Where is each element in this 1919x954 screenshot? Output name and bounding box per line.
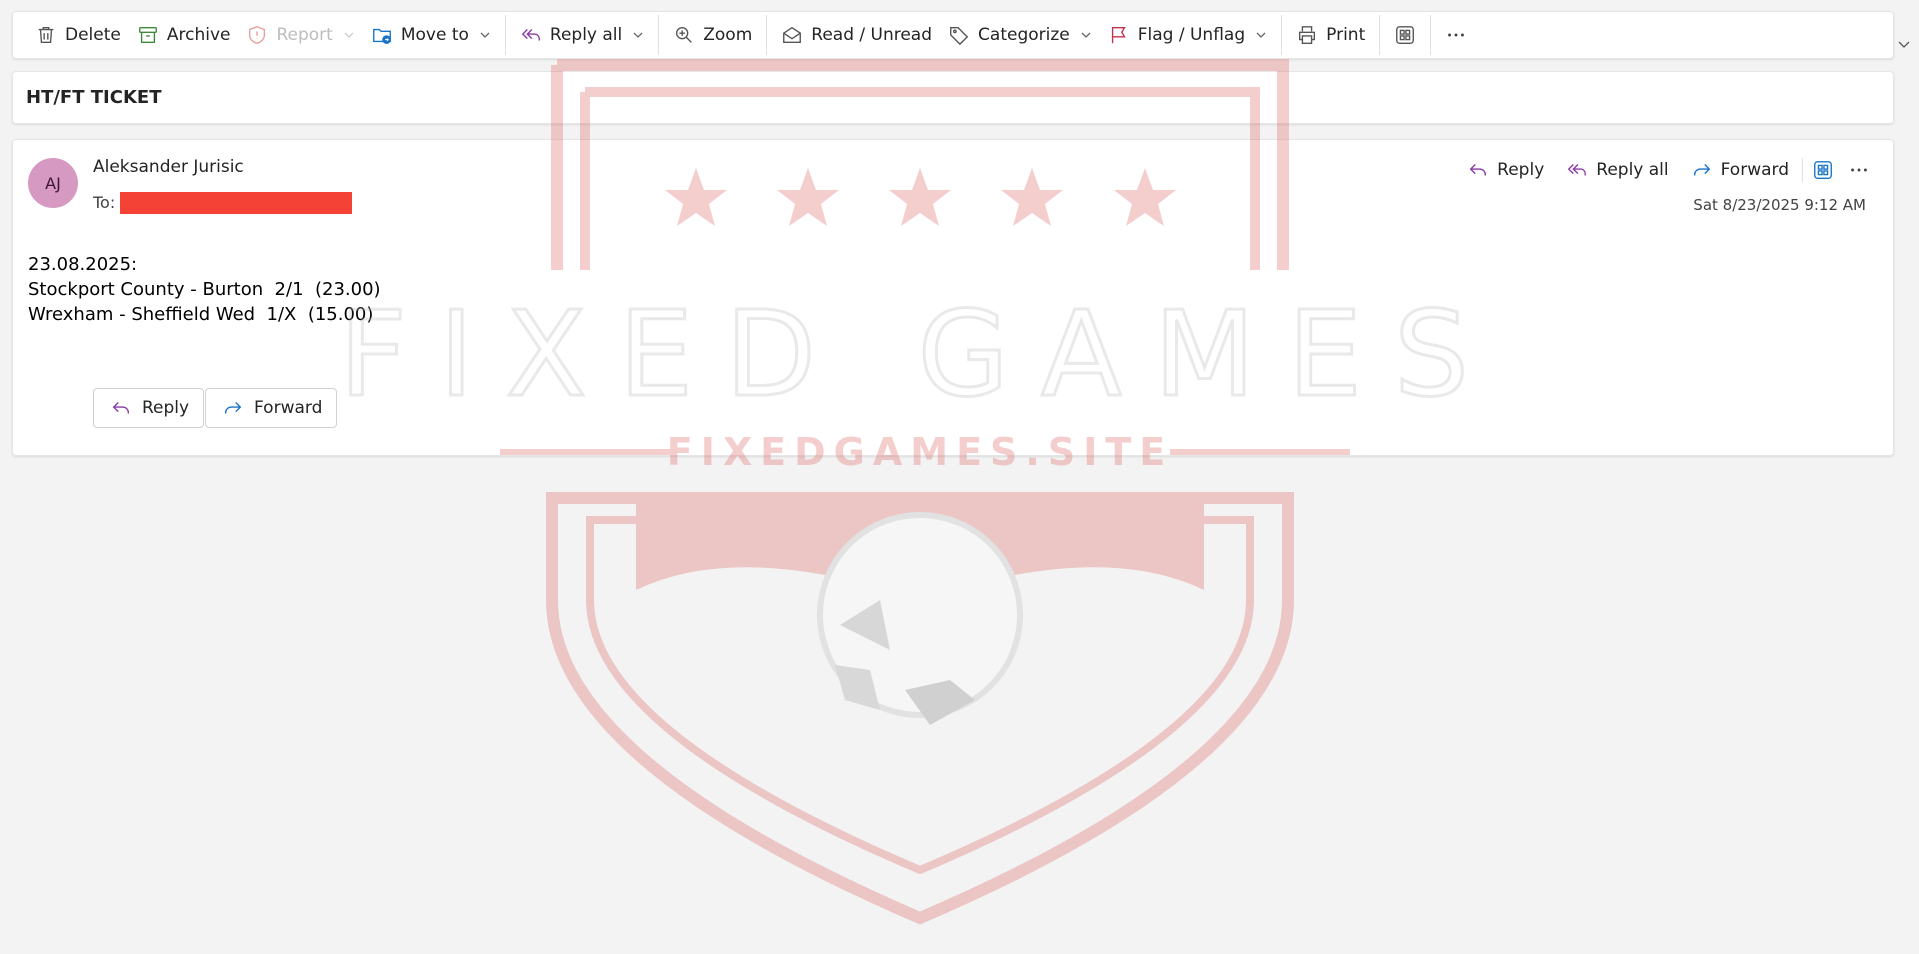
quick-reply-button[interactable]: Reply (93, 388, 205, 428)
apps-grid-icon (1814, 161, 1832, 179)
ribbon-divider (1379, 15, 1381, 55)
ribbon-divider (504, 15, 506, 55)
body-line: 23.08.2025: (28, 254, 138, 275)
apps-button[interactable] (1386, 17, 1424, 53)
reply-all-button[interactable]: Reply all (1557, 154, 1677, 186)
body-line: Wrexham - Sheffield Wed 1/X (15.00) (28, 304, 374, 325)
move-to-button[interactable]: Move to (363, 17, 499, 53)
command-ribbon: Delete Archive Report Move to Reply all … (12, 11, 1894, 59)
reply-all-label: Reply all (549, 25, 623, 45)
print-button[interactable]: Print (1288, 17, 1373, 53)
folder-move-icon (372, 28, 391, 44)
body-line: Stockport County - Burton 2/1 (23.00) (28, 279, 381, 300)
reply-all-ribbon-button[interactable]: Reply all (512, 17, 652, 53)
archive-button[interactable]: Archive (129, 17, 239, 53)
chevron-down-icon (633, 32, 643, 38)
more-actions-button[interactable] (1843, 154, 1875, 186)
trash-icon (38, 26, 54, 44)
categorize-button[interactable]: Categorize (940, 17, 1100, 53)
archive-label: Archive (166, 25, 231, 45)
delete-button[interactable]: Delete (27, 17, 129, 53)
subject-bar: HT/FT TICKET (12, 71, 1894, 124)
avatar-initials: AJ (45, 173, 61, 193)
ribbon-divider (766, 15, 768, 55)
printer-icon (1299, 26, 1316, 44)
quick-forward-button[interactable]: Forward (205, 388, 338, 428)
reply-all-icon (521, 29, 540, 41)
flag-unflag-button[interactable]: Flag / Unflag (1100, 17, 1275, 53)
read-unread-label: Read / Unread (811, 25, 933, 45)
apps-grid-icon (1396, 26, 1415, 44)
reply-button[interactable]: Reply (1458, 154, 1553, 186)
report-button[interactable]: Report (238, 17, 362, 53)
ribbon-divider (1281, 15, 1283, 55)
apps-button[interactable] (1807, 154, 1839, 186)
quick-forward-label: Forward (254, 398, 323, 418)
zoom-icon (676, 26, 693, 43)
message-card: AJ Aleksander Jurisic To: Reply Reply al… (12, 139, 1894, 456)
ellipsis-icon (1448, 33, 1465, 37)
message-body: 23.08.2025: Stockport County - Burton 2/… (28, 252, 381, 327)
ribbon-divider (658, 15, 660, 55)
zoom-label: Zoom (703, 25, 753, 45)
avatar[interactable]: AJ (28, 158, 78, 208)
archive-icon (138, 26, 157, 44)
sender-name[interactable]: Aleksander Jurisic (93, 157, 244, 177)
reply-icon (112, 402, 130, 414)
forward-button[interactable]: Forward (1682, 154, 1798, 186)
reply-icon (1469, 164, 1487, 176)
forward-icon (1693, 164, 1710, 176)
forward-icon (224, 402, 242, 414)
redacted-recipient (120, 192, 352, 214)
actions-divider (1802, 158, 1803, 182)
chevron-down-icon (344, 32, 354, 38)
move-to-label: Move to (400, 25, 469, 45)
more-options-button[interactable] (1437, 17, 1475, 53)
shield-alert-icon (249, 26, 266, 44)
message-actions: Reply Reply all Forward (1458, 154, 1875, 186)
report-label: Report (276, 25, 333, 45)
chevron-down-icon (1256, 32, 1266, 38)
reply-label: Reply (1497, 160, 1545, 180)
ribbon-expand-chevron-icon[interactable] (1896, 36, 1912, 52)
to-label: To: (93, 193, 116, 212)
reply-all-icon (1568, 164, 1587, 176)
flag-icon (1111, 26, 1126, 44)
ribbon-divider (1430, 15, 1432, 55)
flag-unflag-label: Flag / Unflag (1137, 25, 1246, 45)
email-subject: HT/FT TICKET (26, 87, 162, 108)
delete-label: Delete (65, 25, 121, 45)
envelope-open-icon (783, 26, 802, 44)
forward-label: Forward (1720, 160, 1789, 180)
read-unread-button[interactable]: Read / Unread (773, 17, 940, 53)
message-date: Sat 8/23/2025 9:12 AM (1693, 196, 1866, 214)
print-label: Print (1326, 25, 1366, 45)
chevron-down-icon (1081, 32, 1091, 38)
chevron-down-icon (480, 32, 490, 38)
reply-all-label: Reply all (1596, 160, 1669, 180)
zoom-button[interactable]: Zoom (665, 17, 760, 53)
ellipsis-icon (1851, 168, 1867, 172)
tag-icon (950, 26, 969, 46)
categorize-label: Categorize (978, 25, 1070, 45)
quick-reply-label: Reply (142, 398, 190, 418)
